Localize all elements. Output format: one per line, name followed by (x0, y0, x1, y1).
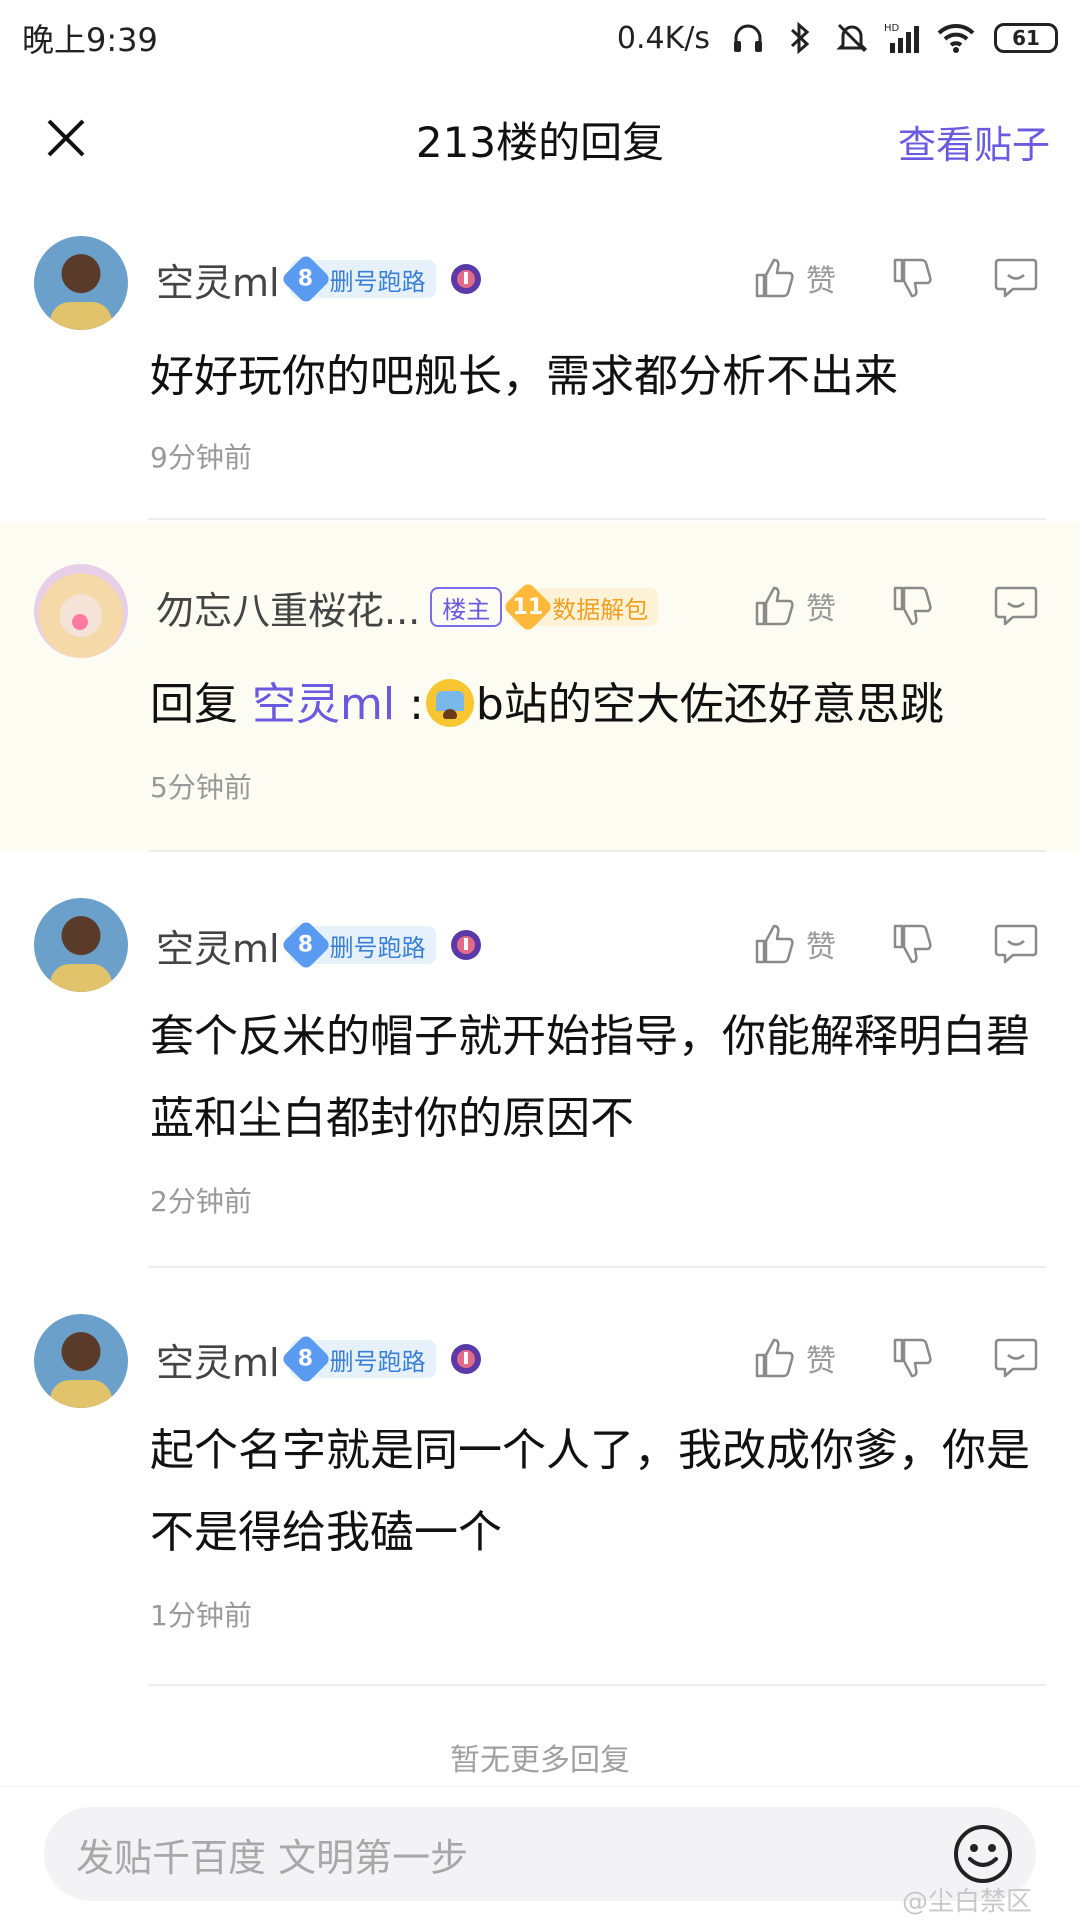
page-header: 213楼的回复 查看贴子 (0, 76, 1080, 202)
level-badge: 8 删号跑路 (280, 919, 436, 971)
reply-actions: 赞 (750, 578, 1040, 634)
reply-author-line: 勿忘八重桜花... 楼主 11 数据解包 (156, 580, 659, 635)
level-badge: 8 删号跑路 (280, 253, 436, 305)
reply-actions: 赞 (750, 250, 1040, 306)
like-button[interactable]: 赞 (750, 920, 836, 968)
reply-thread-page: 晚上9:39 0.4K/s HD 61 213楼的回复 查看贴子 空灵ml 8 … (0, 0, 1080, 1920)
reply-prefix: 回复 (150, 679, 252, 730)
badge-title: 删号跑路 (329, 267, 426, 296)
status-icons: 0.4K/s HD 61 (617, 18, 1058, 58)
like-label: 赞 (806, 264, 836, 299)
reply-item: 空灵ml 8 删号跑路 赞 套个反米的帽子就开始指导，你能解释明白碧蓝和尘白都封… (0, 854, 1080, 1268)
reply-content: 套个反米的帽子就开始指导，你能解释明白碧蓝和尘白都封你的原因不 (150, 1011, 1030, 1144)
like-button[interactable]: 赞 (750, 1334, 836, 1382)
reply-content: 好好玩你的吧舰长，需求都分析不出来 (150, 351, 898, 402)
emoji-button[interactable] (952, 1823, 1014, 1885)
username[interactable]: 勿忘八重桜花... (156, 580, 420, 635)
input-placeholder: 发贴千百度 文明第一步 (76, 1835, 469, 1880)
reply-time: 5分钟前 (150, 771, 252, 804)
battery-icon: 61 (994, 23, 1058, 53)
divider (148, 1266, 1046, 1268)
like-label: 赞 (806, 930, 836, 965)
reply-text: b站的空大佐还好意思跳 (475, 679, 944, 730)
level-badge: 8 删号跑路 (280, 1333, 436, 1385)
reply-actions: 赞 (750, 916, 1040, 972)
reply-time: 9分钟前 (150, 441, 252, 474)
reply-time: 1分钟前 (150, 1599, 252, 1632)
no-more-replies: 暂无更多回复 (450, 1743, 630, 1778)
close-icon (47, 119, 85, 157)
thumbs-down-icon[interactable] (888, 254, 936, 302)
level-badge: 11 数据解包 (502, 581, 659, 633)
comment-icon[interactable] (992, 582, 1040, 630)
view-post-link[interactable]: 查看贴子 (898, 114, 1050, 169)
username[interactable]: 空灵ml (156, 1332, 280, 1387)
watermark: @尘白禁区 (901, 1887, 1032, 1917)
comment-icon[interactable] (992, 1334, 1040, 1382)
hd-signal-icon: HD (884, 18, 924, 58)
avatar[interactable] (34, 898, 128, 992)
owner-tag: 楼主 (430, 587, 503, 627)
svg-text:HD: HD (884, 23, 900, 34)
level-number: 8 (280, 1333, 332, 1385)
comment-icon[interactable] (992, 920, 1040, 968)
reply-content: 起个名字就是同一个人了，我改成你爹，你是不是得给我磕一个 (150, 1425, 1030, 1558)
divider (148, 518, 1046, 520)
divider (148, 1684, 1046, 1686)
bottom-input-bar: 发贴千百度 文明第一步 @尘白禁区 (0, 1786, 1080, 1920)
reply-item: 空灵ml 8 删号跑路 赞 好好玩你的吧舰长，需求都分析不出来 9分钟前 (0, 198, 1080, 520)
close-button[interactable] (34, 106, 98, 170)
status-bar: 晚上9:39 0.4K/s HD 61 (0, 0, 1080, 76)
avatar[interactable] (34, 564, 128, 658)
page-title: 213楼的回复 (415, 117, 665, 167)
like-label: 赞 (806, 1344, 836, 1379)
like-button[interactable]: 赞 (750, 582, 836, 630)
headphones-icon (728, 18, 768, 58)
comment-icon[interactable] (992, 254, 1040, 302)
reply-input[interactable]: 发贴千百度 文明第一步 (44, 1807, 1036, 1901)
thumbs-up-icon (750, 920, 798, 968)
medal-icon (446, 259, 486, 299)
avatar[interactable] (34, 236, 128, 330)
reply-separator: : (395, 679, 424, 730)
reply-content: 回复 空灵ml : b站的空大佐还好意思跳 (150, 664, 1040, 746)
wifi-icon (936, 18, 976, 58)
badge-title: 删号跑路 (329, 1347, 426, 1376)
smiley-icon (954, 1825, 1012, 1883)
thumbs-down-icon[interactable] (888, 582, 936, 630)
like-button[interactable]: 赞 (750, 254, 836, 302)
reply-author-line: 空灵ml 8 删号跑路 (156, 1332, 486, 1387)
reply-item: 空灵ml 8 删号跑路 赞 起个名字就是同一个人了，我改成你爹，你是不是得给我磕… (0, 1270, 1080, 1686)
reply-actions: 赞 (750, 1330, 1040, 1386)
like-label: 赞 (806, 592, 836, 627)
username[interactable]: 空灵ml (156, 918, 280, 973)
thumbs-up-icon (750, 1334, 798, 1382)
level-number: 8 (280, 919, 332, 971)
thumbs-down-icon[interactable] (888, 920, 936, 968)
status-time: 晚上9:39 (22, 21, 158, 59)
mention-link[interactable]: 空灵ml (252, 679, 395, 730)
bluetooth-icon (780, 18, 820, 58)
reply-author-line: 空灵ml 8 删号跑路 (156, 252, 486, 307)
medal-icon (446, 925, 486, 965)
badge-title: 删号跑路 (329, 933, 426, 962)
thumbs-up-icon (750, 582, 798, 630)
username[interactable]: 空灵ml (156, 252, 280, 307)
thumbs-up-icon (750, 254, 798, 302)
divider (148, 850, 1046, 852)
mute-icon (832, 18, 872, 58)
reply-author-line: 空灵ml 8 删号跑路 (156, 918, 486, 973)
thumbs-down-icon[interactable] (888, 1334, 936, 1382)
reply-time: 2分钟前 (150, 1185, 252, 1218)
network-speed: 0.4K/s (616, 20, 710, 56)
avatar[interactable] (34, 1314, 128, 1408)
level-number: 8 (280, 253, 332, 305)
medal-icon (446, 1339, 486, 1379)
level-number: 11 (502, 581, 554, 633)
reply-item: 勿忘八重桜花... 楼主 11 数据解包 赞 回复 空灵ml : b站的空大佐还好… (0, 522, 1080, 852)
anxious-face-emoji-icon (425, 679, 474, 727)
badge-title: 数据解包 (552, 595, 649, 624)
